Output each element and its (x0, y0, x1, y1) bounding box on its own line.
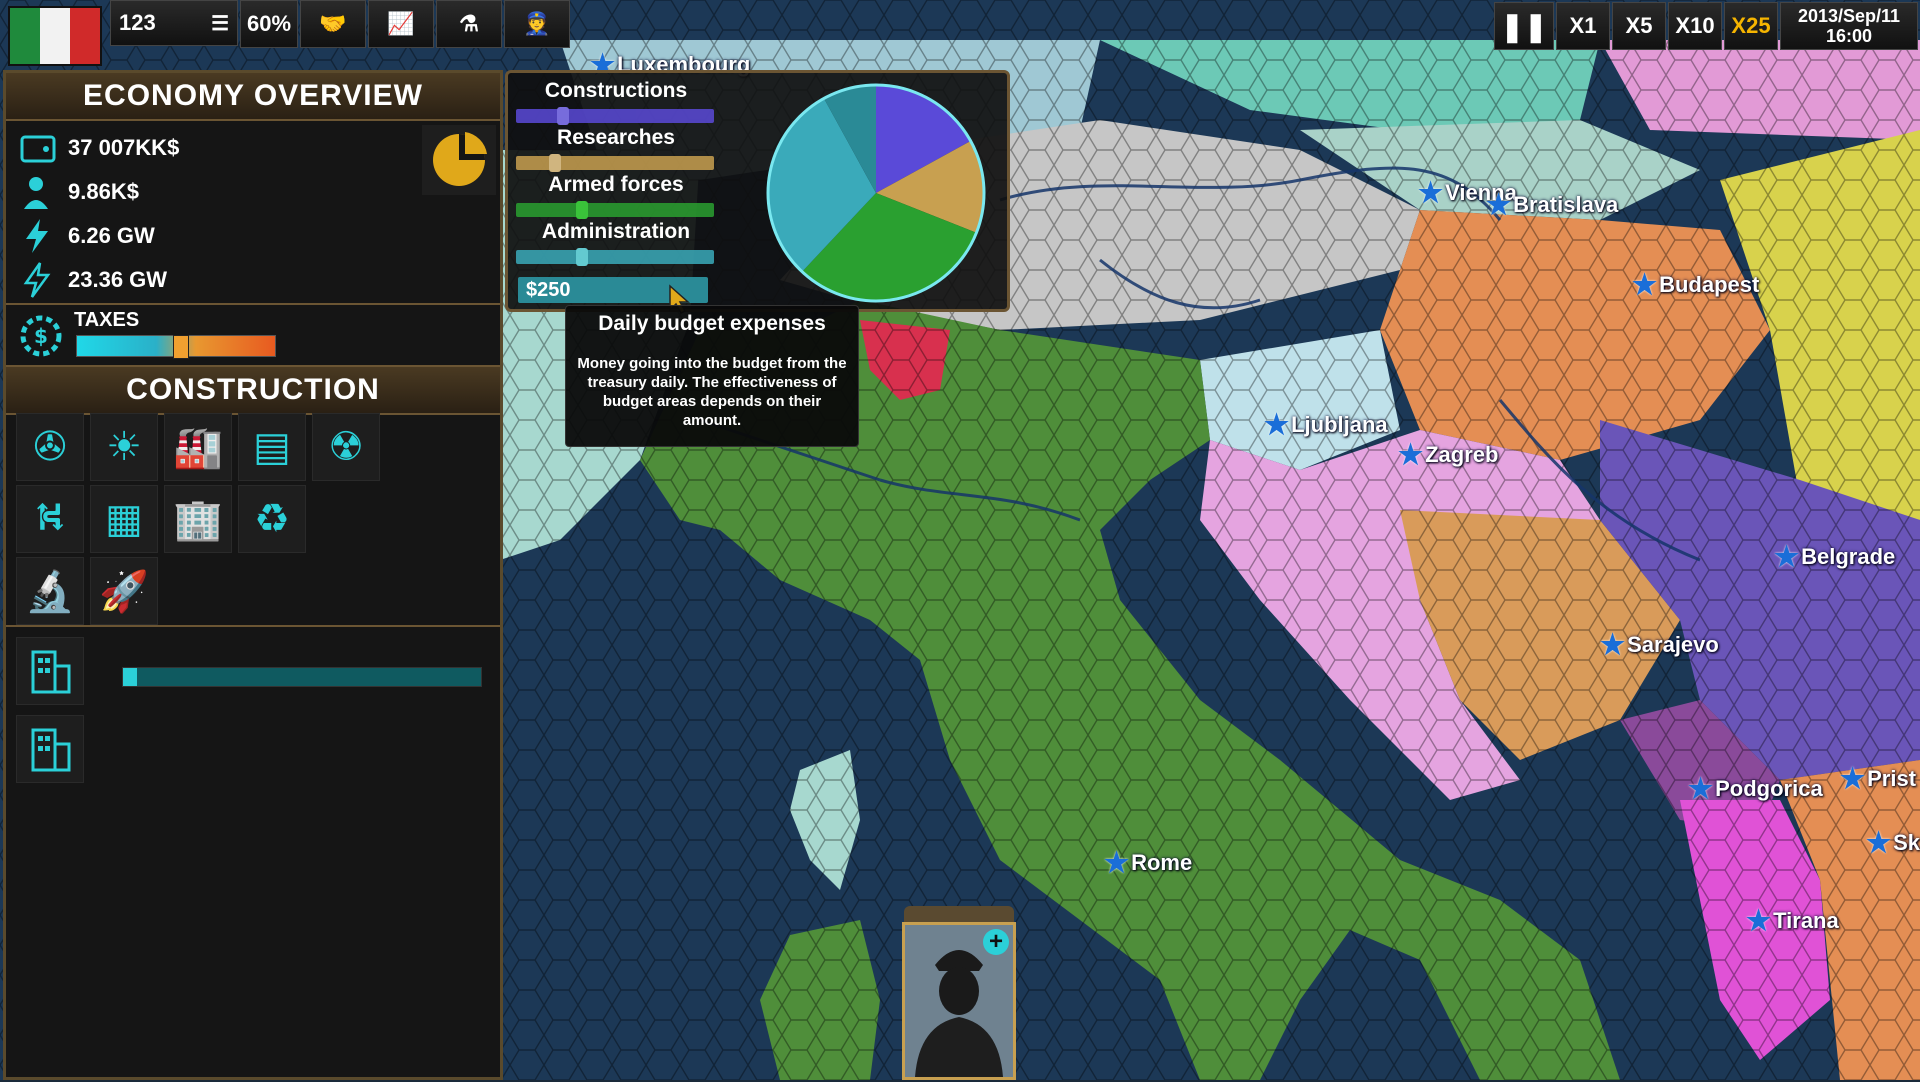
speed-x1-button[interactable]: X1 (1556, 2, 1610, 50)
speed-x5-button[interactable]: X5 (1612, 2, 1666, 50)
money-stat: 37 007KK$ (18, 129, 179, 167)
population-indicator[interactable]: 123 ☰ (110, 0, 238, 46)
road-icon: ⛕ (35, 493, 65, 540)
game-date: 2013/Sep/11 16:00 (1780, 2, 1918, 50)
budget-slider-constructions[interactable] (516, 107, 714, 125)
lightning-icon (23, 262, 51, 298)
divider (6, 625, 500, 627)
speed-x10-button[interactable]: X10 (1668, 2, 1722, 50)
diplomacy-button[interactable]: 🤝 (300, 0, 366, 48)
pause-button[interactable]: ❚❚ (1494, 2, 1554, 50)
office-building-icon (31, 650, 71, 694)
divider (6, 303, 500, 305)
economy-title: ECONOMY OVERVIEW (6, 73, 500, 121)
construction-recycle-button[interactable]: ♻ (238, 485, 306, 553)
queue-item-building[interactable] (16, 637, 84, 705)
budget-pie-chart (766, 83, 986, 303)
portrait-tab (904, 906, 1014, 922)
construction-progress-bar (122, 667, 482, 687)
svg-text:$: $ (34, 324, 48, 348)
budget-slider-handle[interactable] (549, 154, 562, 172)
budget-popup: Constructions Researches Armed forces Admin… (505, 70, 1010, 312)
budget-chart-button[interactable] (422, 125, 496, 195)
construction-rocket-button[interactable]: 🚀 (90, 557, 158, 625)
income-stat: 9.86K$ (18, 173, 139, 211)
budget-slider-handle[interactable] (575, 201, 588, 219)
handshake-icon: 🤝 (319, 11, 347, 36)
construction-construction-site-button[interactable]: ▦ (90, 485, 158, 553)
construction-farm-button[interactable]: ▤ (238, 413, 306, 481)
budget-tooltip: Daily budget expenses Money going into t… (565, 305, 859, 447)
economy-button[interactable]: 📈 (368, 0, 434, 48)
nuclear-icon: ☢ (328, 424, 364, 470)
office-building-icon (31, 728, 71, 772)
construction-title: CONSTRUCTION (6, 367, 500, 415)
officer-icon: 👮 (523, 11, 551, 36)
farm-icon: ▤ (253, 424, 291, 470)
city-tirana[interactable]: ★ Tirana (1746, 904, 1839, 937)
taxes-gear-icon: $ (20, 315, 62, 357)
construction-factory-button[interactable]: 🏭 (164, 413, 232, 481)
budget-slider-administration[interactable] (516, 248, 714, 266)
chart-board-icon: 📈 (387, 11, 415, 36)
budget-slider-handle[interactable] (556, 107, 569, 125)
budget-slider-handle[interactable] (575, 248, 588, 266)
budget-slider-researches[interactable] (516, 154, 714, 172)
queue-item-building-2[interactable] (16, 715, 84, 783)
budget-label-researches: Researches (557, 126, 675, 149)
taxes-label: TAXES (74, 309, 140, 331)
construction-nuclear-button[interactable]: ☢ (312, 413, 380, 481)
city-zagreb[interactable]: ★ Zagreb (1398, 438, 1498, 471)
budget-label-administration: Administration (541, 220, 691, 243)
solar-panel-icon: ☀ (106, 424, 142, 470)
city-belgrade[interactable]: ★ Belgrade (1774, 540, 1895, 573)
pause-icon: ❚❚ (1500, 10, 1548, 42)
office-building-icon: 🏢 (173, 496, 223, 543)
worker-icon (24, 177, 48, 209)
flask-icon: ⚗ (459, 11, 479, 36)
leader-portrait[interactable]: + (902, 922, 1016, 1080)
factory-icon: 🏭 (173, 424, 223, 471)
energy-consumed-stat: 23.36 GW (18, 261, 167, 299)
budget-label-armed-forces: Armed forces (548, 173, 684, 196)
speed-x25-button[interactable]: X25 (1724, 2, 1778, 50)
population-icon: ☰ (211, 12, 229, 35)
military-button[interactable]: 👮 (504, 0, 570, 48)
rocket-icon: 🚀 (99, 568, 149, 615)
city-skopje[interactable]: ★ Sk (1866, 826, 1920, 859)
taxes-slider[interactable] (76, 335, 276, 359)
construction-road-button[interactable]: ⛕ (16, 485, 84, 553)
city-podgorica[interactable]: ★ Podgorica (1688, 772, 1823, 805)
recycle-icon: ♻ (254, 496, 290, 542)
wind-turbine-icon: ✇ (33, 424, 67, 470)
research-lab-icon: 🔬 (25, 568, 75, 615)
construction-office-building-button[interactable]: 🏢 (164, 485, 232, 553)
budget-label-constructions: Constructions (544, 79, 688, 102)
city-sarajevo[interactable]: ★ Sarajevo (1600, 628, 1719, 661)
wallet-icon (20, 135, 56, 163)
add-leader-icon[interactable]: + (983, 929, 1009, 955)
taxes-slider-handle[interactable] (172, 335, 189, 359)
city-budapest[interactable]: ★ Budapest (1632, 268, 1759, 301)
city-rome[interactable]: ★ Rome (1104, 846, 1192, 879)
country-flag[interactable] (8, 6, 102, 66)
city-ljubljana[interactable]: ★ Ljubljana (1264, 408, 1388, 441)
construction-solar-panel-button[interactable]: ☀ (90, 413, 158, 481)
city-pristina[interactable]: ★ Prist (1840, 762, 1916, 795)
energy-produced-stat: 6.26 GW (18, 217, 155, 255)
construction-research-lab-button[interactable]: 🔬 (16, 557, 84, 625)
approval-indicator[interactable]: 60% (240, 0, 298, 48)
city-bratislava[interactable]: ★ Bratislava (1486, 188, 1618, 221)
budget-slider-armed-forces[interactable] (516, 201, 714, 219)
construction-wind-turbine-button[interactable]: ✇ (16, 413, 84, 481)
lightning-plus-icon (26, 219, 48, 253)
research-button[interactable]: ⚗ (436, 0, 502, 48)
construction-progress-fill (123, 668, 137, 686)
economy-panel: ECONOMY OVERVIEW 37 007KK$ 9.86K$ 6.26 G… (3, 70, 503, 1080)
pie-chart-icon (433, 132, 487, 186)
construction-site-icon: ▦ (105, 496, 143, 542)
